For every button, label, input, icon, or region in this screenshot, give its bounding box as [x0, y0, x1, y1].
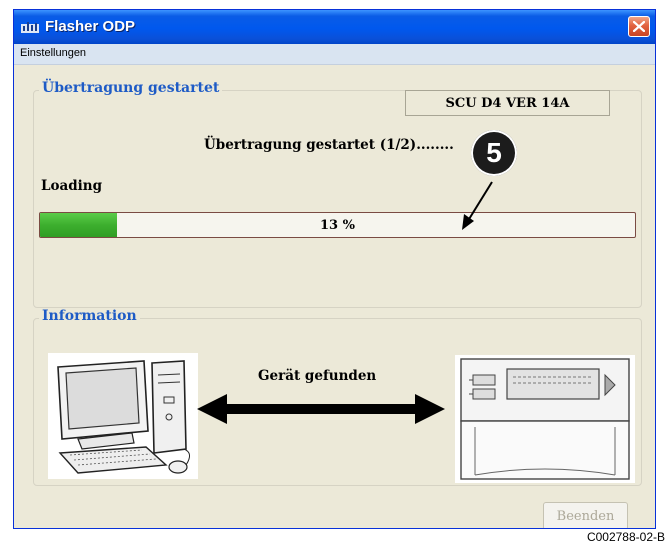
quit-button[interactable]: Beenden	[543, 502, 628, 528]
transfer-status-text: Übertragung gestartet (1/2)........	[204, 137, 454, 153]
boiler-device-icon	[455, 355, 635, 483]
menu-bar: Einstellungen	[14, 44, 655, 65]
double-arrow-icon	[197, 394, 445, 424]
progress-percent-text: 13 %	[320, 218, 355, 233]
transfer-group-title: Übertragung gestartet	[39, 80, 223, 96]
close-icon	[633, 21, 645, 32]
information-group-title: Information	[39, 308, 140, 324]
computer-icon	[48, 353, 198, 479]
flasher-app-icon	[21, 22, 39, 33]
figure-caption: C002788-02-B	[586, 530, 665, 544]
version-display: SCU D4 VER 14A	[405, 90, 610, 116]
loading-label: Loading	[41, 178, 103, 194]
transfer-group	[33, 90, 642, 308]
callout-number-badge: 5	[471, 130, 517, 176]
title-bar[interactable]: Flasher ODP	[14, 10, 655, 44]
progress-bar: 13 %	[39, 212, 636, 238]
flasher-window: Flasher ODP Einstellungen Übertragung ge…	[13, 9, 656, 529]
device-found-label: Gerät gefunden	[258, 368, 377, 384]
close-button[interactable]	[628, 16, 650, 37]
window-title: Flasher ODP	[45, 18, 136, 35]
menu-item-einstellungen[interactable]: Einstellungen	[20, 47, 86, 59]
